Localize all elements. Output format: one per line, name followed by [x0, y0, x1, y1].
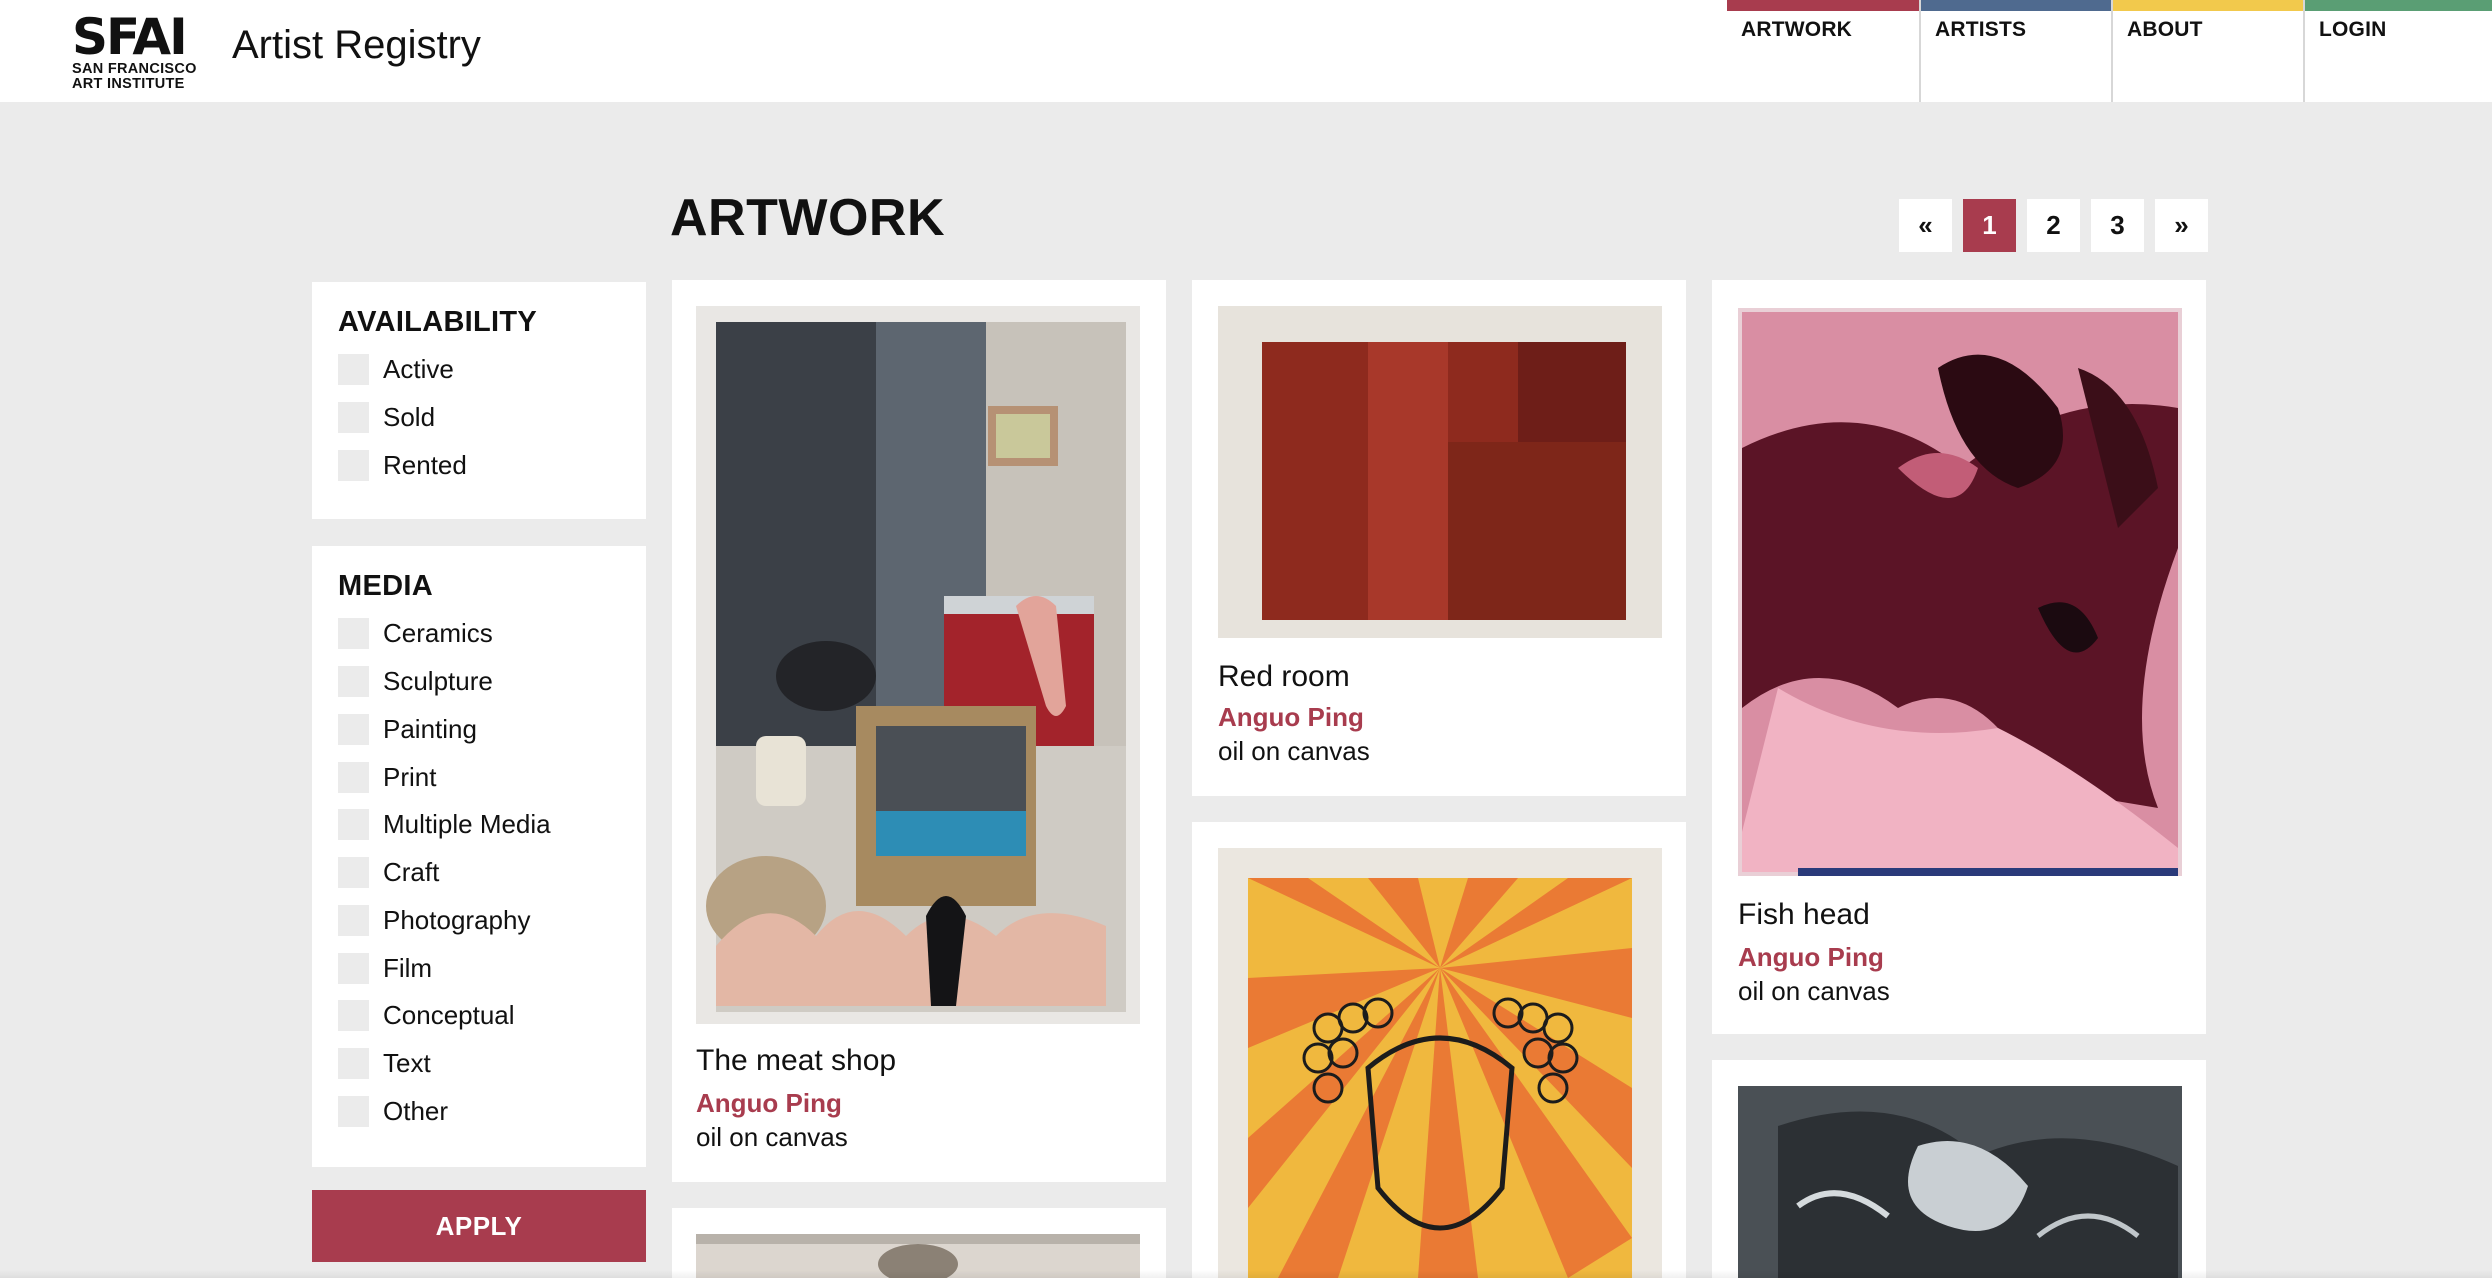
artwork-card[interactable]: Red room Anguo Ping oil on canvas — [1192, 280, 1686, 796]
option-label: Sold — [383, 401, 436, 432]
artwork-card[interactable]: The meat shop Anguo Ping oil on canvas — [672, 280, 1166, 1182]
checkbox[interactable] — [338, 665, 369, 697]
checkbox[interactable] — [338, 449, 369, 481]
filter-craft[interactable]: Craft — [338, 855, 439, 889]
nav-accent-bar — [1727, 0, 1919, 11]
checkbox[interactable] — [338, 1047, 369, 1079]
artwork-artist[interactable]: Anguo Ping — [1738, 942, 1884, 973]
artwork-media: oil on canvas — [1738, 976, 1890, 1006]
filter-rented[interactable]: Rented — [338, 448, 467, 482]
nav-label: LOGIN — [2319, 18, 2387, 41]
artwork-image[interactable] — [1738, 308, 2182, 876]
checkbox[interactable] — [338, 761, 369, 793]
media-title: MEDIA — [338, 570, 433, 602]
artwork-image[interactable] — [1218, 848, 1662, 1278]
pagination-page-3[interactable]: 3 — [2091, 199, 2144, 252]
apply-button[interactable]: APPLY — [312, 1190, 646, 1262]
artwork-image[interactable] — [696, 306, 1140, 1024]
option-label: Ceramics — [383, 617, 493, 648]
artwork-card[interactable] — [672, 1208, 1166, 1278]
checkbox[interactable] — [338, 952, 369, 984]
checkbox[interactable] — [338, 999, 369, 1031]
nav-accent-bar — [2305, 0, 2492, 11]
option-label: Painting — [383, 713, 477, 744]
option-label: Sculpture — [383, 665, 493, 696]
filter-ceramics[interactable]: Ceramics — [338, 616, 493, 650]
nav-artists[interactable]: ARTISTS — [1919, 0, 2111, 102]
filter-print[interactable]: Print — [338, 760, 436, 794]
option-label: Photography — [383, 904, 531, 935]
bottom-shadow — [0, 1270, 2492, 1278]
pagination: « 1 2 3 » — [1899, 199, 2208, 252]
artwork-image-partial — [1738, 1086, 2182, 1278]
artwork-image-fish-head — [1738, 308, 2182, 876]
pagination-prev[interactable]: « — [1899, 199, 1952, 252]
nav-artwork[interactable]: ARTWORK — [1727, 0, 1919, 102]
option-label: Print — [383, 761, 437, 792]
nav-login[interactable]: LOGIN — [2303, 0, 2492, 102]
filter-sold[interactable]: Sold — [338, 400, 435, 434]
filter-text[interactable]: Text — [338, 1046, 431, 1080]
nav-accent-bar — [1921, 0, 2111, 11]
artwork-artist[interactable]: Anguo Ping — [1218, 702, 1364, 733]
pagination-page-2[interactable]: 2 — [2027, 199, 2080, 252]
pagination-page-1[interactable]: 1 — [1963, 199, 2016, 252]
artwork-media: oil on canvas — [696, 1122, 848, 1152]
option-label: Other — [383, 1095, 449, 1126]
nav-label: ABOUT — [2127, 18, 2203, 41]
site-header: SFAI SAN FRANCISCO ART INSTITUTE Artist … — [0, 0, 2492, 102]
artwork-title[interactable]: Fish head — [1738, 898, 1870, 932]
media-filter: MEDIA Ceramics Sculpture Painting Print … — [312, 546, 646, 1167]
artwork-artist[interactable]: Anguo Ping — [696, 1088, 842, 1119]
checkbox[interactable] — [338, 856, 369, 888]
filter-conceptual[interactable]: Conceptual — [338, 998, 515, 1032]
option-label: Text — [383, 1047, 431, 1078]
checkbox[interactable] — [338, 808, 369, 840]
artwork-image-sunburst — [1218, 848, 1662, 1278]
logo-line-1: SAN FRANCISCO — [72, 61, 197, 77]
option-label: Craft — [383, 856, 440, 887]
filter-active[interactable]: Active — [338, 352, 454, 386]
availability-title: AVAILABILITY — [338, 306, 538, 338]
nav-accent-bar — [2113, 0, 2303, 11]
sfai-logo[interactable]: SFAI SAN FRANCISCO ART INSTITUTE — [72, 12, 207, 92]
artwork-card[interactable]: Fish head Anguo Ping oil on canvas — [1712, 280, 2206, 1034]
checkbox[interactable] — [338, 353, 369, 385]
artwork-image-meat-shop — [696, 306, 1140, 1024]
filter-other[interactable]: Other — [338, 1094, 448, 1128]
nav-label: ARTWORK — [1741, 18, 1853, 41]
logo-line-2: ART INSTITUTE — [72, 76, 185, 92]
option-label: Multiple Media — [383, 808, 551, 839]
option-label: Conceptual — [383, 999, 515, 1030]
artwork-card[interactable] — [1192, 822, 1686, 1278]
checkbox[interactable] — [338, 617, 369, 649]
artwork-title[interactable]: Red room — [1218, 660, 1350, 694]
nav-about[interactable]: ABOUT — [2111, 0, 2303, 102]
checkbox[interactable] — [338, 713, 369, 745]
availability-filter: AVAILABILITY Active Sold Rented — [312, 282, 646, 519]
checkbox[interactable] — [338, 904, 369, 936]
site-title[interactable]: Artist Registry — [232, 20, 481, 70]
nav-label: ARTISTS — [1935, 18, 2027, 41]
filter-painting[interactable]: Painting — [338, 712, 477, 746]
artwork-media: oil on canvas — [1218, 736, 1370, 766]
checkbox[interactable] — [338, 401, 369, 433]
filter-sculpture[interactable]: Sculpture — [338, 664, 493, 698]
artwork-card[interactable] — [1712, 1060, 2206, 1278]
page-title: ARTWORK — [670, 189, 946, 247]
filter-photography[interactable]: Photography — [338, 903, 530, 937]
filter-film[interactable]: Film — [338, 951, 432, 985]
option-label: Active — [383, 353, 454, 384]
option-label: Film — [383, 952, 433, 983]
option-label: Rented — [383, 449, 467, 480]
logo-mark: SFAI — [72, 12, 188, 62]
checkbox[interactable] — [338, 1095, 369, 1127]
artwork-image[interactable] — [1738, 1086, 2182, 1278]
artwork-title[interactable]: The meat shop — [696, 1044, 896, 1078]
filter-multiple-media[interactable]: Multiple Media — [338, 807, 551, 841]
artwork-image-red-room — [1218, 306, 1662, 638]
main-nav: ARTWORK ARTISTS ABOUT LOGIN — [1727, 0, 2492, 102]
artwork-image[interactable] — [1218, 306, 1662, 638]
pagination-next[interactable]: » — [2155, 199, 2208, 252]
